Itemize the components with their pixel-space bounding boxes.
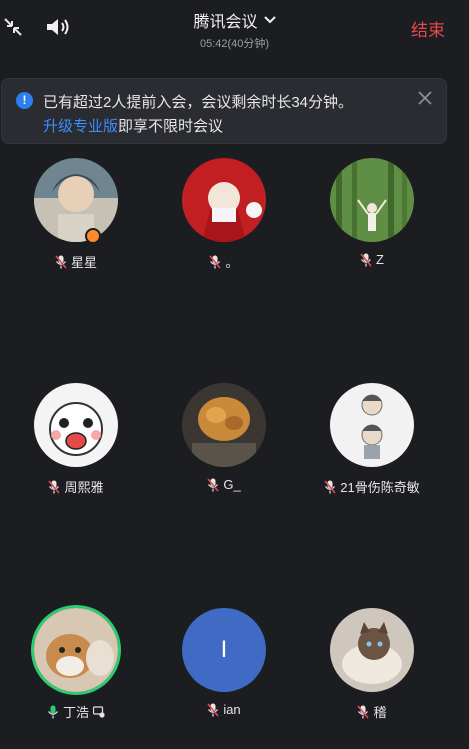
participant-name: 。 [225,255,239,270]
avatar [34,608,118,692]
participant-tile[interactable]: G_ [149,383,299,492]
meeting-title[interactable]: 腾讯会议 [193,8,276,32]
screen-share-icon [93,705,105,718]
mic-muted-icon [209,254,222,269]
meeting-title-text: 腾讯会议 [193,14,258,31]
notice-upgrade-line: 升级专业版即享不限时会议 [43,115,223,136]
participant-name: 21骨伤陈奇敏 [340,480,420,495]
mic-muted-icon [207,702,219,717]
participant-name: Z [376,252,384,267]
mic-active-icon [48,705,58,718]
notice-message: 已有超过2人提前入会，会议剩余时长34分钟。 [43,94,354,111]
host-icon [85,228,101,244]
avatar [330,158,414,242]
participant-tile[interactable]: I ian [149,608,299,717]
participant-tile[interactable]: 周熙雅 [1,383,151,496]
participant-name: 稽 [373,705,387,720]
avatar [34,383,118,467]
avatar [330,383,414,467]
close-icon[interactable] [418,91,432,105]
info-icon: ! [16,92,33,109]
avatar [34,158,118,242]
participant-tile[interactable]: 。 [149,158,299,271]
mic-muted-icon [207,477,219,492]
participant-name: 丁浩 [62,705,89,720]
end-meeting-button[interactable]: 结束 [411,16,445,41]
participant-tile[interactable]: 稽 [297,608,447,721]
meeting-duration: 05:42(40分钟) [199,38,270,50]
avatar [182,158,266,242]
participant-name: 星星 [70,255,97,270]
participant-name: 周熙雅 [64,480,104,495]
top-bar: 腾讯会议 05:42(40分钟) 结束 [0,0,469,58]
mic-muted-icon [357,704,370,719]
avatar-letter: I [220,636,228,663]
avatar: I [182,608,266,692]
participant-tile[interactable]: 丁浩 [1,608,151,721]
avatar [182,383,266,467]
mic-muted-icon [324,479,336,494]
chevron-down-icon [263,16,276,24]
participant-name: ian [223,702,241,717]
participant-tile[interactable]: 21骨伤陈奇敏 [297,383,447,496]
mic-muted-icon [360,252,372,267]
participant-tile[interactable]: Z [297,158,447,267]
participant-name: G_ [223,477,241,492]
mic-muted-icon [48,479,61,494]
participant-tile[interactable]: 星星 [1,158,151,271]
mic-muted-icon [55,254,67,269]
avatar [330,608,414,692]
upgrade-link[interactable]: 升级专业版 [43,118,118,135]
time-limit-notice: ! 已有超过2人提前入会，会议剩余时长34分钟。 升级专业版即享不限时会议 [1,78,447,144]
notice-upgrade-text: 即享不限时会议 [118,118,224,135]
